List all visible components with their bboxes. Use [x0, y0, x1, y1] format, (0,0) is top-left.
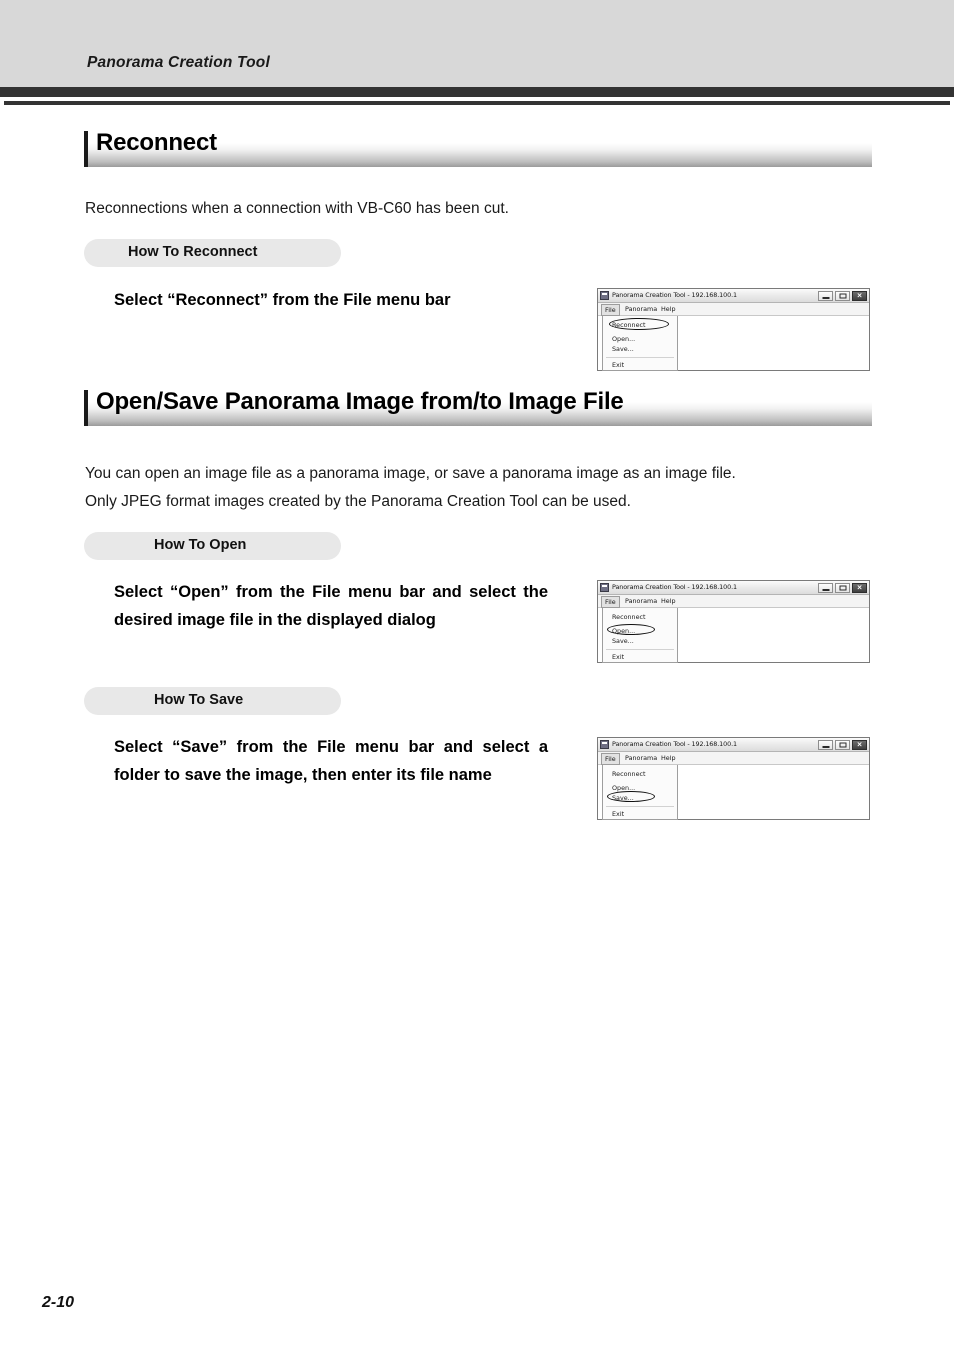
open-save-intro-line1: You can open an image file as a panorama… — [85, 465, 736, 482]
menu-file[interactable]: File — [601, 596, 620, 608]
menu-help[interactable]: Help — [661, 305, 676, 313]
dialog-titlebar: Panorama Creation Tool - 192.168.100.1 × — [598, 581, 869, 595]
pill-how-to-save-label: How To Save — [154, 692, 244, 708]
dialog-menubar: File Panorama Help — [598, 303, 869, 316]
instruction-reconnect: Select “Reconnect” from the File menu ba… — [114, 291, 451, 309]
pill-how-to-reconnect: How To Reconnect — [84, 239, 341, 267]
header-rule-thin — [4, 101, 950, 105]
highlight-ellipse-reconnect — [609, 318, 669, 330]
page-header-band — [0, 0, 954, 87]
dialog-title: Panorama Creation Tool - 192.168.100.1 — [612, 583, 737, 591]
window-controls: × — [818, 740, 867, 750]
menu-separator — [606, 806, 674, 807]
section-heading-label: Reconnect — [96, 129, 217, 156]
menu-item-exit[interactable]: Exit — [612, 810, 624, 818]
maximize-button[interactable] — [835, 740, 850, 750]
section-heading-left-accent — [84, 390, 88, 426]
menu-panorama[interactable]: Panorama — [625, 305, 657, 313]
highlight-ellipse-save — [607, 791, 655, 802]
running-header: Panorama Creation Tool — [87, 54, 270, 71]
dialog-titlebar: Panorama Creation Tool - 192.168.100.1 × — [598, 289, 869, 303]
close-icon: × — [856, 583, 863, 592]
minimize-icon — [822, 589, 829, 591]
menu-panorama[interactable]: Panorama — [625, 754, 657, 762]
menu-item-save[interactable]: Save... — [612, 637, 634, 645]
dialog-title: Panorama Creation Tool - 192.168.100.1 — [612, 291, 737, 299]
dialog-title: Panorama Creation Tool - 192.168.100.1 — [612, 740, 737, 748]
file-menu-dropdown: Reconnect Open... Save... Exit — [602, 765, 678, 820]
section-heading-reconnect: Reconnect — [84, 129, 872, 167]
minimize-icon — [822, 746, 829, 748]
menu-item-exit[interactable]: Exit — [612, 361, 624, 369]
dialog-screenshot-open: Panorama Creation Tool - 192.168.100.1 ×… — [597, 580, 870, 663]
menu-file[interactable]: File — [601, 304, 620, 316]
maximize-button[interactable] — [835, 583, 850, 593]
menu-separator — [606, 649, 674, 650]
instruction-save: Select “Save” from the File menu bar and… — [114, 738, 548, 784]
app-icon — [600, 291, 609, 300]
maximize-icon — [839, 585, 846, 591]
dialog-titlebar: Panorama Creation Tool - 192.168.100.1 × — [598, 738, 869, 752]
section-heading-left-accent — [84, 131, 88, 167]
close-button[interactable]: × — [852, 740, 867, 750]
menu-item-reconnect[interactable]: Reconnect — [612, 613, 646, 621]
file-menu-dropdown: Reconnect Open... Save... Exit — [602, 316, 678, 371]
pill-how-to-save: How To Save — [84, 687, 341, 715]
menu-help[interactable]: Help — [661, 754, 676, 762]
reconnect-intro-text: Reconnections when a connection with VB-… — [85, 200, 509, 217]
minimize-icon — [822, 297, 829, 299]
maximize-icon — [839, 742, 846, 748]
close-icon: × — [856, 740, 863, 749]
menu-help[interactable]: Help — [661, 597, 676, 605]
menu-panorama[interactable]: Panorama — [625, 597, 657, 605]
window-controls: × — [818, 291, 867, 301]
open-save-intro-line2: Only JPEG format images created by the P… — [85, 493, 631, 510]
close-button[interactable]: × — [852, 583, 867, 593]
dialog-screenshot-reconnect: Panorama Creation Tool - 192.168.100.1 ×… — [597, 288, 870, 371]
minimize-button[interactable] — [818, 583, 833, 593]
menu-separator — [606, 357, 674, 358]
minimize-button[interactable] — [818, 291, 833, 301]
close-icon: × — [856, 291, 863, 300]
section-heading-open-save: Open/Save Panorama Image from/to Image F… — [84, 388, 872, 426]
menu-file[interactable]: File — [601, 753, 620, 765]
menu-item-save[interactable]: Save... — [612, 345, 634, 353]
pill-how-to-open: How To Open — [84, 532, 341, 560]
app-icon — [600, 583, 609, 592]
menu-item-open[interactable]: Open... — [612, 335, 635, 343]
close-button[interactable]: × — [852, 291, 867, 301]
dialog-menubar: File Panorama Help — [598, 595, 869, 608]
instruction-open: Select “Open” from the File menu bar and… — [114, 583, 548, 629]
page-number: 2-10 — [42, 1294, 75, 1311]
file-menu-dropdown: Reconnect Open... Save... Exit — [602, 608, 678, 663]
dialog-menubar: File Panorama Help — [598, 752, 869, 765]
window-controls: × — [818, 583, 867, 593]
maximize-button[interactable] — [835, 291, 850, 301]
section-heading-label: Open/Save Panorama Image from/to Image F… — [96, 388, 624, 415]
pill-how-to-open-label: How To Open — [154, 537, 247, 553]
minimize-button[interactable] — [818, 740, 833, 750]
maximize-icon — [839, 293, 846, 299]
menu-item-exit[interactable]: Exit — [612, 653, 624, 661]
header-rule-thick — [0, 87, 954, 97]
dialog-screenshot-save: Panorama Creation Tool - 192.168.100.1 ×… — [597, 737, 870, 820]
highlight-ellipse-open — [607, 624, 655, 635]
app-icon — [600, 740, 609, 749]
menu-item-reconnect[interactable]: Reconnect — [612, 770, 646, 778]
pill-how-to-reconnect-label: How To Reconnect — [128, 244, 258, 260]
